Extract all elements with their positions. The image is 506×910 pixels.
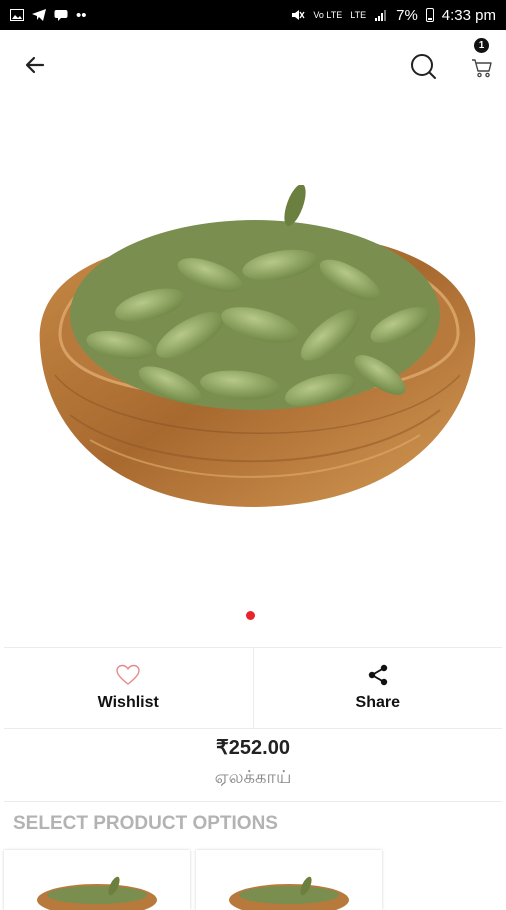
wishlist-label: Wishlist bbox=[97, 694, 159, 711]
options-section-title: SELECT PRODUCT OPTIONS bbox=[13, 813, 278, 834]
battery-icon bbox=[425, 8, 434, 22]
share-button[interactable]: Share bbox=[252, 648, 503, 728]
top-app-bar: 1 bbox=[0, 30, 506, 100]
clock: 4:33 pm bbox=[441, 6, 496, 24]
notification-icons: •• bbox=[10, 7, 87, 24]
mute-icon bbox=[292, 10, 305, 20]
cart-button[interactable] bbox=[466, 52, 498, 84]
product-option-card[interactable] bbox=[4, 850, 190, 910]
volte-label: Vo LTE bbox=[313, 9, 343, 20]
option-thumbnail bbox=[229, 876, 349, 910]
wishlist-button[interactable]: Wishlist bbox=[4, 648, 253, 728]
battery-percent: 7% bbox=[396, 6, 418, 24]
product-option-card[interactable] bbox=[196, 850, 382, 910]
system-icons: Vo LTE LTE 7% 4:33 pm bbox=[291, 7, 496, 24]
cart-icon bbox=[472, 59, 492, 78]
gallery-icon bbox=[10, 9, 24, 21]
option-thumbnail bbox=[37, 876, 157, 910]
search-button[interactable] bbox=[405, 48, 441, 84]
product-price: ₹252.00 bbox=[216, 737, 290, 759]
back-button[interactable] bbox=[18, 48, 52, 82]
search-icon bbox=[411, 54, 436, 79]
status-bar: •• Vo LTE LTE 7% 4:33 pm bbox=[0, 0, 506, 30]
more-notifications-icon: •• bbox=[76, 6, 87, 24]
telegram-icon bbox=[32, 9, 46, 21]
action-row: Wishlist Share bbox=[4, 647, 502, 729]
divider bbox=[4, 801, 502, 802]
product-name: ஏலக்காய் bbox=[214, 767, 292, 787]
arrow-left-icon bbox=[25, 56, 45, 74]
carousel-indicator-active[interactable] bbox=[246, 611, 255, 620]
share-label: Share bbox=[355, 694, 400, 711]
product-image[interactable] bbox=[30, 185, 480, 515]
cardamom-pods bbox=[70, 185, 440, 410]
lte-label: LTE bbox=[350, 9, 367, 20]
message-icon bbox=[54, 10, 68, 21]
share-icon bbox=[368, 664, 387, 686]
cart-count-badge: 1 bbox=[474, 38, 489, 53]
heart-icon bbox=[116, 664, 140, 685]
signal-icon bbox=[375, 10, 387, 21]
